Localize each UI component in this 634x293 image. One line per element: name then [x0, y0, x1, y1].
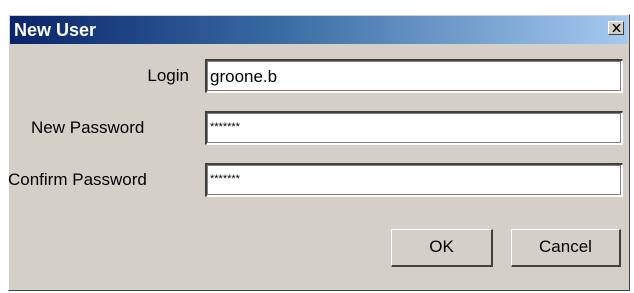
login-field[interactable]: groone.b: [205, 59, 623, 93]
dialog-title: New User: [14, 20, 97, 40]
close-button[interactable]: [608, 21, 624, 35]
title-bar[interactable]: New User: [10, 16, 628, 44]
new-user-dialog: New User Login groone.b New Password ***…: [8, 14, 630, 291]
close-icon: [611, 24, 621, 32]
new-password-label: New Password: [31, 118, 145, 137]
ok-button[interactable]: OK: [391, 229, 493, 267]
login-label: Login: [147, 66, 189, 85]
new-password-field[interactable]: *******: [205, 111, 623, 145]
confirm-password-label: Confirm Password: [8, 170, 147, 189]
cancel-button[interactable]: Cancel: [511, 229, 621, 267]
confirm-password-field[interactable]: *******: [205, 163, 623, 197]
